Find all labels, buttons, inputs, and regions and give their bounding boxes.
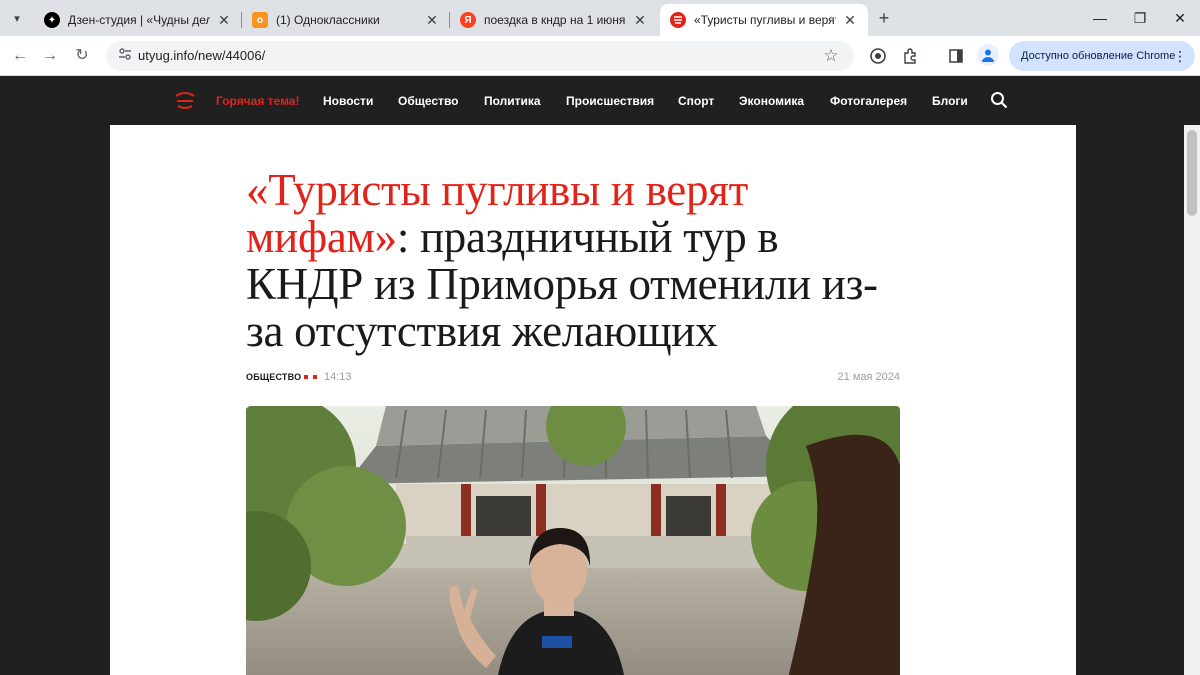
tab-strip: ▾ ✦ Дзен-студия | «Чудны дела тво ✕ о (1… [0, 0, 1200, 36]
nav-society[interactable]: Общество [398, 94, 459, 108]
meta-dot [313, 375, 317, 379]
scrollbar-thumb[interactable] [1187, 130, 1197, 216]
publish-time: 14:13 [324, 371, 352, 383]
nav-hot-topic[interactable]: Горячая тема! [216, 94, 299, 108]
bookmark-star-icon[interactable]: ☆ [820, 45, 842, 67]
tab-yandex-search[interactable]: Я поездка в кндр на 1 июня отм ✕ [450, 4, 658, 36]
search-icon[interactable] [990, 91, 1008, 109]
nav-incidents[interactable]: Происшествия [566, 94, 654, 108]
site-navigation: Горячая тема! Новости Общество Политика … [0, 77, 1200, 125]
site-logo-icon[interactable] [174, 91, 196, 111]
ok-icon: о [252, 12, 268, 28]
nav-photogallery[interactable]: Фотогалерея [830, 94, 907, 108]
restore-window-icon[interactable]: ❐ [1130, 8, 1150, 28]
close-window-icon[interactable]: ✕ [1170, 8, 1190, 28]
site-info-icon[interactable] [116, 47, 134, 65]
tab-title: (1) Одноклассники [276, 13, 380, 27]
nav-politics[interactable]: Политика [484, 94, 541, 108]
tab-odnoklassniki[interactable]: о (1) Одноклассники ✕ [242, 4, 450, 36]
nav-sport[interactable]: Спорт [678, 94, 714, 108]
article-meta: ОБЩЕСТВО 14:13 21 мая 2024 [246, 371, 900, 385]
close-tab-icon[interactable]: ✕ [216, 12, 232, 29]
new-tab-button[interactable]: + [874, 8, 894, 28]
article-card: «Туристы пугливы и верят мифам»: праздни… [110, 125, 1076, 675]
minimize-window-icon[interactable]: — [1090, 8, 1110, 28]
forward-arrow-icon[interactable]: → [38, 44, 62, 68]
back-arrow-icon[interactable]: ← [8, 44, 32, 68]
tab-title: Дзен-студия | «Чудны дела тво [68, 13, 210, 27]
tab-utyug-article[interactable]: «Туристы пугливы и верят ми ✕ [660, 4, 868, 36]
profile-avatar-icon[interactable] [977, 44, 999, 66]
extension-icon[interactable] [866, 44, 890, 68]
publish-date: 21 мая 2024 [837, 371, 900, 383]
tab-title: «Туристы пугливы и верят ми [694, 13, 836, 27]
yandex-icon: Я [460, 12, 476, 28]
article-photo [246, 406, 900, 675]
address-bar[interactable]: utyug.info/new/44006/ ☆ [106, 41, 854, 71]
rubric-link[interactable]: ОБЩЕСТВО [246, 372, 301, 382]
kebab-menu-icon[interactable]: ⋮ [1173, 41, 1187, 71]
meta-dot [304, 375, 308, 379]
side-panel-icon[interactable] [944, 44, 968, 68]
zen-icon: ✦ [44, 12, 60, 28]
browser-toolbar: ← → ↻ utyug.info/new/44006/ ☆ Доступно о… [0, 36, 1200, 76]
article-headline: «Туристы пугливы и верят мифам»: праздни… [246, 167, 886, 355]
update-label: Доступно обновление Chrome [1021, 50, 1176, 62]
tab-zen-studio[interactable]: ✦ Дзен-студия | «Чудны дела тво ✕ [34, 4, 242, 36]
close-tab-icon[interactable]: ✕ [424, 12, 440, 29]
utyug-icon [670, 12, 686, 28]
nav-news[interactable]: Новости [323, 94, 373, 108]
close-tab-icon[interactable]: ✕ [632, 12, 648, 29]
tab-title: поездка в кндр на 1 июня отм [484, 13, 626, 27]
nav-blogs[interactable]: Блоги [932, 94, 968, 108]
nav-economy[interactable]: Экономика [739, 94, 804, 108]
url-text: utyug.info/new/44006/ [138, 48, 266, 63]
tour-guide-photo-icon [246, 406, 900, 675]
tab-search-chevron-icon[interactable]: ▾ [6, 7, 28, 29]
reload-icon[interactable]: ↻ [70, 44, 94, 68]
extensions-puzzle-icon[interactable] [898, 44, 922, 68]
chrome-update-button[interactable]: Доступно обновление Chrome ⋮ [1009, 41, 1195, 71]
close-tab-icon[interactable]: ✕ [842, 12, 858, 29]
